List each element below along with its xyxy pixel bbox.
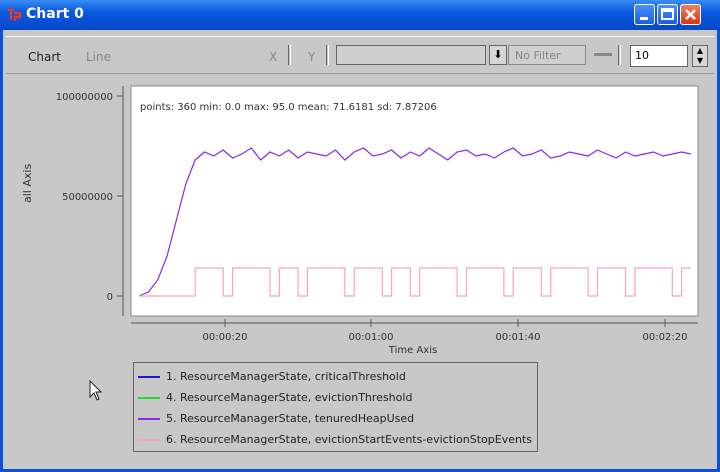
chart-legend: 1. ResourceManagerState, criticalThresho…	[133, 362, 538, 452]
y-tick-label: 50000000	[62, 192, 113, 203]
legend-swatch	[138, 439, 160, 441]
legend-swatch	[138, 376, 160, 378]
y-axis-title: all Axis	[21, 163, 34, 203]
legend-label: 6. ResourceManagerState, evictionStartEv…	[166, 433, 533, 446]
x-tick-label: 00:01:00	[349, 332, 394, 343]
y-tick-label: 0	[107, 292, 113, 303]
stats-text: points: 360 min: 0.0 max: 95.0 mean: 71.…	[140, 102, 437, 113]
legend-label: 1. ResourceManagerState, criticalThresho…	[166, 370, 406, 383]
mouse-pointer-icon	[89, 380, 103, 401]
chart-window: Chart 0 Chart Line X Y ⬇ No Filter 10 ▲ ▼…	[0, 0, 720, 472]
x-axis-title: Time Axis	[388, 345, 437, 356]
legend-label: 4. ResourceManagerState, evictionThresho…	[166, 391, 413, 404]
legend-label: 5. ResourceManagerState, tenuredHeapUsed	[166, 412, 415, 425]
y-tick-label: 100000000	[56, 92, 113, 103]
legend-swatch	[138, 418, 160, 420]
y-ticks: 100000000 50000000 0	[56, 92, 123, 303]
x-tick-label: 00:00:20	[203, 332, 248, 343]
x-tick-label: 00:01:40	[496, 332, 541, 343]
legend-swatch	[138, 397, 160, 399]
x-tick-label: 00:02:20	[643, 332, 688, 343]
plot-area	[130, 85, 699, 317]
